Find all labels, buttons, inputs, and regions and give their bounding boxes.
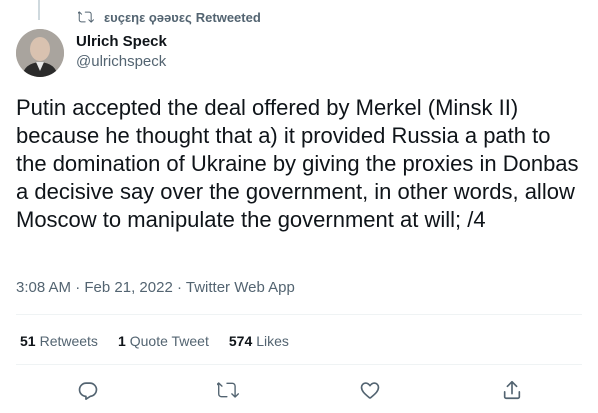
tweet-actions — [0, 376, 598, 404]
likes-stat[interactable]: 574 Likes — [229, 332, 289, 350]
share-icon — [503, 380, 521, 400]
quote-tweets-label: Quote Tweet — [129, 333, 209, 349]
author-block[interactable]: Ulrich Speck @ulrichspeck — [76, 32, 167, 72]
divider — [16, 314, 582, 315]
avatar[interactable] — [16, 29, 64, 77]
author-handle[interactable]: @ulrichspeck — [76, 52, 167, 72]
like-button[interactable] — [356, 376, 384, 404]
tweet-time[interactable]: 3:08 AM — [16, 279, 71, 296]
tweet-meta: 3:08 AM · Feb 21, 2022 · Twitter Web App — [16, 278, 295, 298]
tweet-date[interactable]: Feb 21, 2022 — [84, 279, 172, 296]
reply-button[interactable] — [74, 376, 102, 404]
tweet-text: Putin accepted the deal offered by Merke… — [16, 95, 579, 232]
author-display-name[interactable]: Ulrich Speck — [76, 32, 167, 52]
retweets-label: Retweets — [39, 333, 98, 349]
retweet-button[interactable] — [214, 376, 242, 404]
quote-tweets-count: 1 — [117, 333, 126, 349]
retweet-banner: ευçεηε ϙəəʋες Retweeted — [78, 8, 261, 26]
likes-label: Likes — [256, 333, 289, 349]
meta-separator: · — [75, 279, 81, 296]
retweet-icon — [217, 382, 239, 398]
thread-connector-line — [38, 0, 40, 20]
heart-icon — [360, 382, 380, 399]
tweet-stats: 51 Retweets 1 Quote Tweet 574 Likes — [20, 332, 309, 350]
retweet-banner-suffix: Retweeted — [195, 9, 261, 25]
divider — [16, 364, 582, 365]
retweets-count: 51 — [20, 333, 36, 349]
tweet-source[interactable]: Twitter Web App — [186, 279, 295, 296]
share-button[interactable] — [498, 376, 526, 404]
meta-separator: · — [176, 279, 182, 296]
avatar-image — [16, 29, 64, 77]
quote-tweets-stat[interactable]: 1 Quote Tweet — [118, 332, 209, 350]
retweets-stat[interactable]: 51 Retweets — [20, 332, 98, 350]
likes-count: 574 — [228, 333, 253, 349]
reply-icon — [78, 382, 98, 400]
retweet-icon — [78, 11, 94, 23]
retweeter-name[interactable]: ευçεηε ϙəəʋες — [104, 10, 192, 25]
